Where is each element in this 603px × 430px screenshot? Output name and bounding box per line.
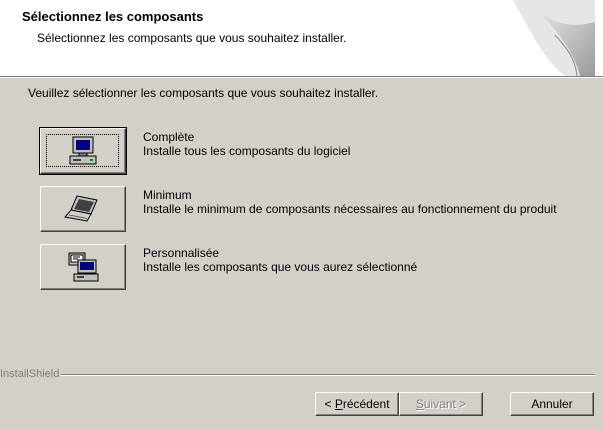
desktop-computer-icon (69, 136, 97, 165)
option-text: Personnalisée Installe les composants qu… (143, 246, 417, 274)
page-curl-icon (513, 0, 595, 76)
cancel-button[interactable]: Annuler (510, 392, 594, 416)
option-name: Personnalisée (143, 246, 220, 260)
complete-install-button[interactable] (39, 127, 127, 175)
page-title: Sélectionnez les composants (22, 9, 204, 24)
next-button-label: uivant > (423, 397, 467, 411)
laptop-icon (64, 195, 98, 222)
next-button-accel: S (415, 397, 424, 411)
option-description: Installe le minimum de composants nécess… (143, 202, 557, 216)
minimum-install-button[interactable] (40, 186, 126, 232)
brand-divider-highlight (61, 375, 595, 376)
option-name: Minimum (143, 188, 192, 202)
option-text: Complète Installe tous les composants du… (143, 130, 350, 158)
option-text: Minimum Installe le minimum de composant… (143, 188, 557, 216)
back-button-accel: P (334, 397, 343, 411)
custom-computer-icon (68, 252, 99, 282)
back-button-label: récédent (342, 397, 390, 411)
header-panel: Sélectionnez les composants Sélectionnez… (0, 0, 603, 76)
option-description: Installe les composants que vous aurez s… (143, 260, 418, 274)
instructions-text: Veuillez sélectionner les composants que… (28, 86, 379, 100)
back-button[interactable]: < Précédent (315, 392, 399, 416)
page-subtitle: Sélectionnez les composants que vous sou… (37, 31, 347, 45)
installshield-brand: InstallShield (0, 368, 60, 380)
header-divider-highlight (0, 77, 603, 78)
option-name: Complète (143, 130, 195, 144)
back-button-prefix: < (324, 397, 335, 411)
next-button[interactable]: Suivant > (399, 392, 483, 416)
option-description: Installe tous les composants du logiciel (143, 144, 351, 158)
custom-install-button[interactable] (40, 244, 126, 290)
